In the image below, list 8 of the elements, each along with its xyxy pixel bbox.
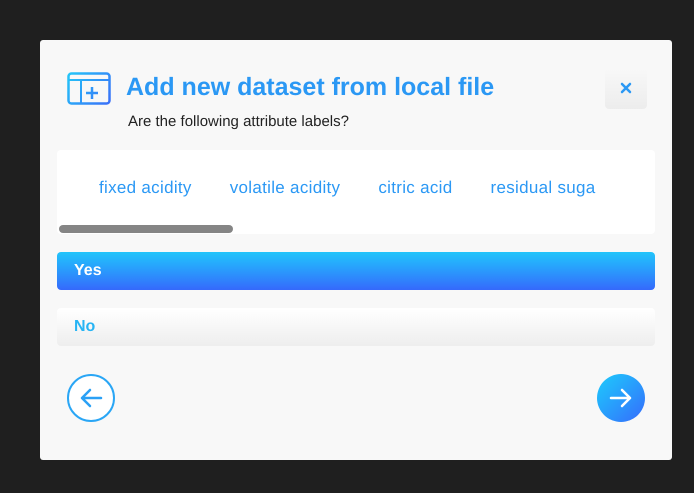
attribute-label: citric acid: [378, 176, 453, 198]
attribute-label: residual suga: [490, 176, 596, 198]
dialog-title: Add new dataset from local file: [126, 72, 496, 104]
option-button[interactable]: Yes: [57, 252, 655, 290]
attribute-label: fixed acidity: [99, 176, 192, 198]
attribute-label: volatile acidity: [230, 176, 340, 198]
question-text: Are the following attribute labels?: [128, 112, 349, 132]
option-button[interactable]: No: [57, 308, 655, 346]
